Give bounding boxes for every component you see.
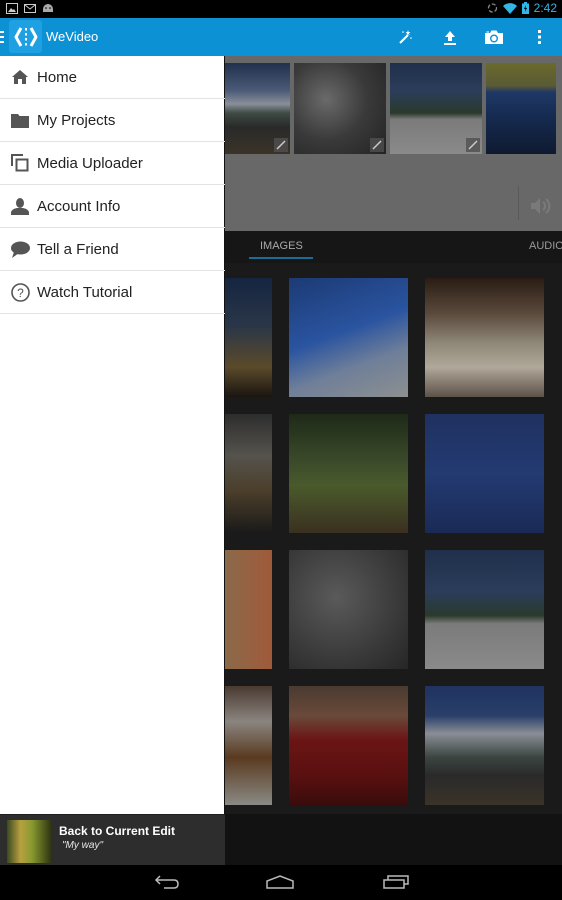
help-circle-icon: ?	[10, 282, 30, 302]
drawer-item-label: Media Uploader	[37, 154, 143, 172]
back-button[interactable]	[149, 871, 185, 893]
status-bar: 2:42	[0, 0, 562, 18]
timeline-clip[interactable]	[225, 63, 290, 154]
app-bar: WeVideo	[0, 18, 562, 56]
svg-text:?: ?	[17, 286, 24, 300]
tab-images[interactable]: IMAGES	[260, 240, 303, 252]
home-button[interactable]	[262, 871, 298, 893]
magic-wand-button[interactable]	[392, 24, 418, 50]
back-icon	[154, 875, 179, 889]
person-icon	[10, 196, 30, 216]
timeline-clip[interactable]	[294, 63, 386, 154]
current-project-name: "My way"	[62, 840, 103, 851]
pencil-icon	[276, 140, 286, 150]
image-thumbnail[interactable]	[425, 278, 544, 397]
drawer-item-label: Watch Tutorial	[37, 283, 133, 301]
image-thumbnail[interactable]	[425, 550, 544, 669]
camera-icon	[485, 30, 503, 44]
back-to-edit-title: Back to Current Edit	[59, 824, 176, 838]
folder-icon	[10, 110, 30, 130]
media-uploader-icon	[10, 153, 30, 173]
overflow-menu-icon	[538, 30, 541, 44]
overflow-menu-button[interactable]	[527, 24, 553, 50]
image-thumbnail[interactable]	[289, 686, 408, 805]
recent-apps-button[interactable]	[378, 871, 414, 893]
system-nav-bar	[0, 865, 562, 900]
gmail-icon	[24, 4, 36, 13]
upload-icon	[444, 31, 456, 45]
edit-clip-button[interactable]	[466, 138, 480, 152]
system-indicators: 2:42	[487, 1, 557, 15]
volume-icon	[531, 198, 551, 214]
active-tab-indicator	[249, 257, 313, 259]
image-thumbnail[interactable]	[289, 278, 408, 397]
recent-apps-icon	[383, 875, 409, 889]
timeline-clip[interactable]	[486, 63, 556, 154]
wifi-icon	[502, 2, 517, 14]
drawer-toggle-icon[interactable]	[0, 31, 4, 43]
edit-clip-button[interactable]	[274, 138, 288, 152]
drawer-item-label: Tell a Friend	[37, 240, 119, 258]
sync-icon	[487, 3, 497, 13]
tab-audio[interactable]: AUDIO	[529, 240, 562, 252]
drawer-item-my-projects[interactable]: My Projects	[0, 99, 225, 142]
clock: 2:42	[533, 1, 557, 15]
drawer-item-media-uploader[interactable]: Media Uploader	[0, 142, 225, 185]
wevideo-logo-icon	[14, 26, 37, 47]
image-thumbnail[interactable]	[289, 414, 408, 533]
drawer-item-label: Home	[37, 68, 78, 86]
project-thumbnail	[7, 820, 52, 863]
drawer-item-label: My Projects	[37, 111, 116, 129]
timeline-clip[interactable]	[390, 63, 482, 154]
app-title: WeVideo	[46, 29, 99, 44]
image-thumbnail[interactable]	[289, 550, 408, 669]
drawer-item-home[interactable]: Home	[0, 56, 225, 99]
edit-clip-button[interactable]	[370, 138, 384, 152]
camera-button[interactable]	[481, 24, 507, 50]
battery-charging-icon	[521, 2, 529, 14]
home-nav-icon	[266, 875, 294, 889]
magic-wand-icon	[399, 30, 412, 44]
app-logo[interactable]	[9, 20, 42, 53]
image-thumbnail[interactable]	[425, 686, 544, 805]
home-icon	[10, 67, 30, 87]
notification-icons	[6, 3, 54, 14]
drawer-item-tell-a-friend[interactable]: Tell a Friend	[0, 228, 225, 271]
volume-button[interactable]	[526, 194, 556, 218]
back-to-current-edit-button[interactable]: Back to Current Edit "My way"	[0, 814, 225, 865]
gallery-icon	[6, 3, 18, 14]
pencil-icon	[468, 140, 478, 150]
divider	[518, 186, 519, 220]
chat-bubble-icon	[10, 239, 30, 259]
drawer-item-watch-tutorial[interactable]: ? Watch Tutorial	[0, 271, 225, 314]
drawer-item-label: Account Info	[37, 197, 121, 215]
pencil-icon	[372, 140, 382, 150]
upload-button[interactable]	[437, 24, 463, 50]
image-thumbnail[interactable]	[425, 414, 544, 533]
android-icon	[43, 4, 53, 12]
navigation-drawer: Home My Projects Media Uploader Account …	[0, 56, 225, 865]
drawer-item-account-info[interactable]: Account Info	[0, 185, 225, 228]
